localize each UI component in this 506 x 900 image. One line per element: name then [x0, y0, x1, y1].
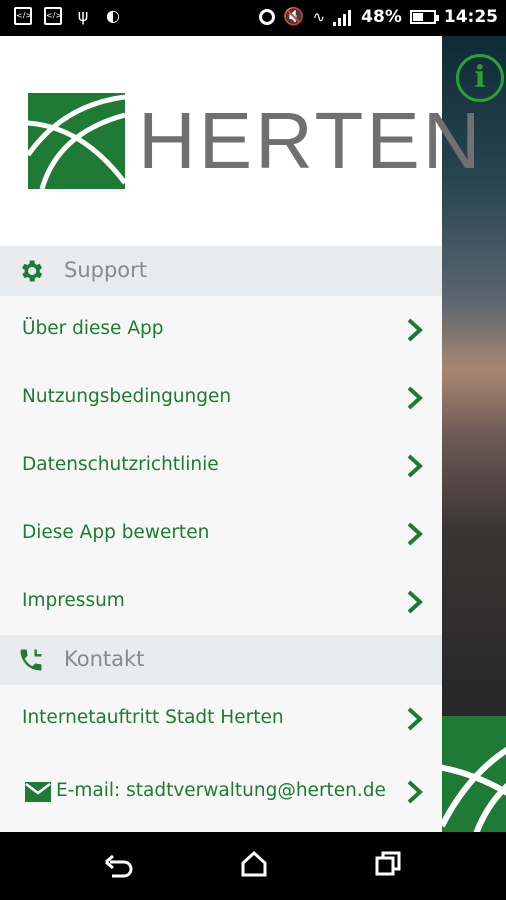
info-icon[interactable]: i: [456, 54, 504, 102]
herten-logo-icon: [28, 93, 125, 189]
chevron-right-icon: [407, 707, 423, 731]
mute-icon: 🔇: [283, 7, 305, 27]
usb-icon: ψ: [77, 6, 89, 25]
phone-icon: [20, 649, 42, 671]
herten-logo-icon: [442, 716, 506, 832]
wifi-icon: ∿: [312, 8, 326, 26]
section-title: Kontakt: [64, 647, 145, 671]
android-icon: ◐: [106, 6, 120, 25]
logo-wordmark: HERTEN: [138, 96, 484, 185]
section-header-support: Support: [0, 246, 442, 296]
sync-icon: [259, 9, 276, 25]
menu-item-label: Datenschutzrichtlinie: [22, 454, 219, 475]
chevron-right-icon: [407, 386, 423, 410]
menu-item-label: E-mail: stadtverwaltung@herten.de: [56, 780, 386, 801]
code-icon: </>: [44, 7, 62, 25]
menu-item-nutzungsbedingungen[interactable]: Nutzungsbedingungen: [0, 364, 442, 432]
status-bar: </> </> ψ ◐ 🔇 ∿ 48% 14:25: [0, 0, 506, 36]
menu-item-impressum[interactable]: Impressum: [0, 568, 442, 636]
navigation-bar: [0, 832, 506, 900]
menu-item-email[interactable]: E-mail: stadtverwaltung@herten.de: [0, 758, 442, 826]
menu-item-label: Diese App bewerten: [22, 522, 210, 543]
section-title: Support: [64, 258, 148, 282]
chevron-right-icon: [407, 780, 423, 804]
menu-item-label: Über diese App: [22, 318, 164, 339]
gear-icon: [22, 260, 43, 282]
chevron-right-icon: [407, 318, 423, 342]
menu-item-app-bewerten[interactable]: Diese App bewerten: [0, 500, 442, 568]
menu-item-ueber-diese-app[interactable]: Über diese App: [0, 296, 442, 364]
notification-icons: </> </> ψ ◐: [14, 7, 122, 25]
logo-header: HERTEN: [0, 36, 480, 246]
system-icons: 🔇 ∿ 48% 14:25: [259, 7, 498, 27]
menu-item-label: Internetauftritt Stadt Herten: [22, 707, 284, 728]
code-icon: </>: [14, 7, 32, 25]
mail-icon: [25, 782, 51, 802]
section-header-kontakt: Kontakt: [0, 635, 442, 685]
battery-icon: [409, 10, 439, 24]
menu-item-label: Nutzungsbedingungen: [22, 386, 232, 407]
chevron-right-icon: [407, 590, 423, 614]
back-icon[interactable]: [104, 852, 134, 880]
menu-item-label: Impressum: [22, 590, 125, 611]
menu-item-internetauftritt[interactable]: Internetauftritt Stadt Herten: [0, 685, 442, 753]
battery-percent: 48%: [361, 7, 402, 27]
chevron-right-icon: [407, 522, 423, 546]
clock: 14:25: [443, 7, 498, 27]
chevron-right-icon: [407, 454, 423, 478]
recent-apps-icon[interactable]: [374, 850, 402, 878]
menu-item-datenschutzrichtlinie[interactable]: Datenschutzrichtlinie: [0, 432, 442, 500]
home-icon[interactable]: [240, 850, 268, 878]
navigation-drawer: HERTEN Support Über diese App Nutzungsbe…: [0, 36, 480, 832]
signal-icon: [333, 8, 353, 26]
